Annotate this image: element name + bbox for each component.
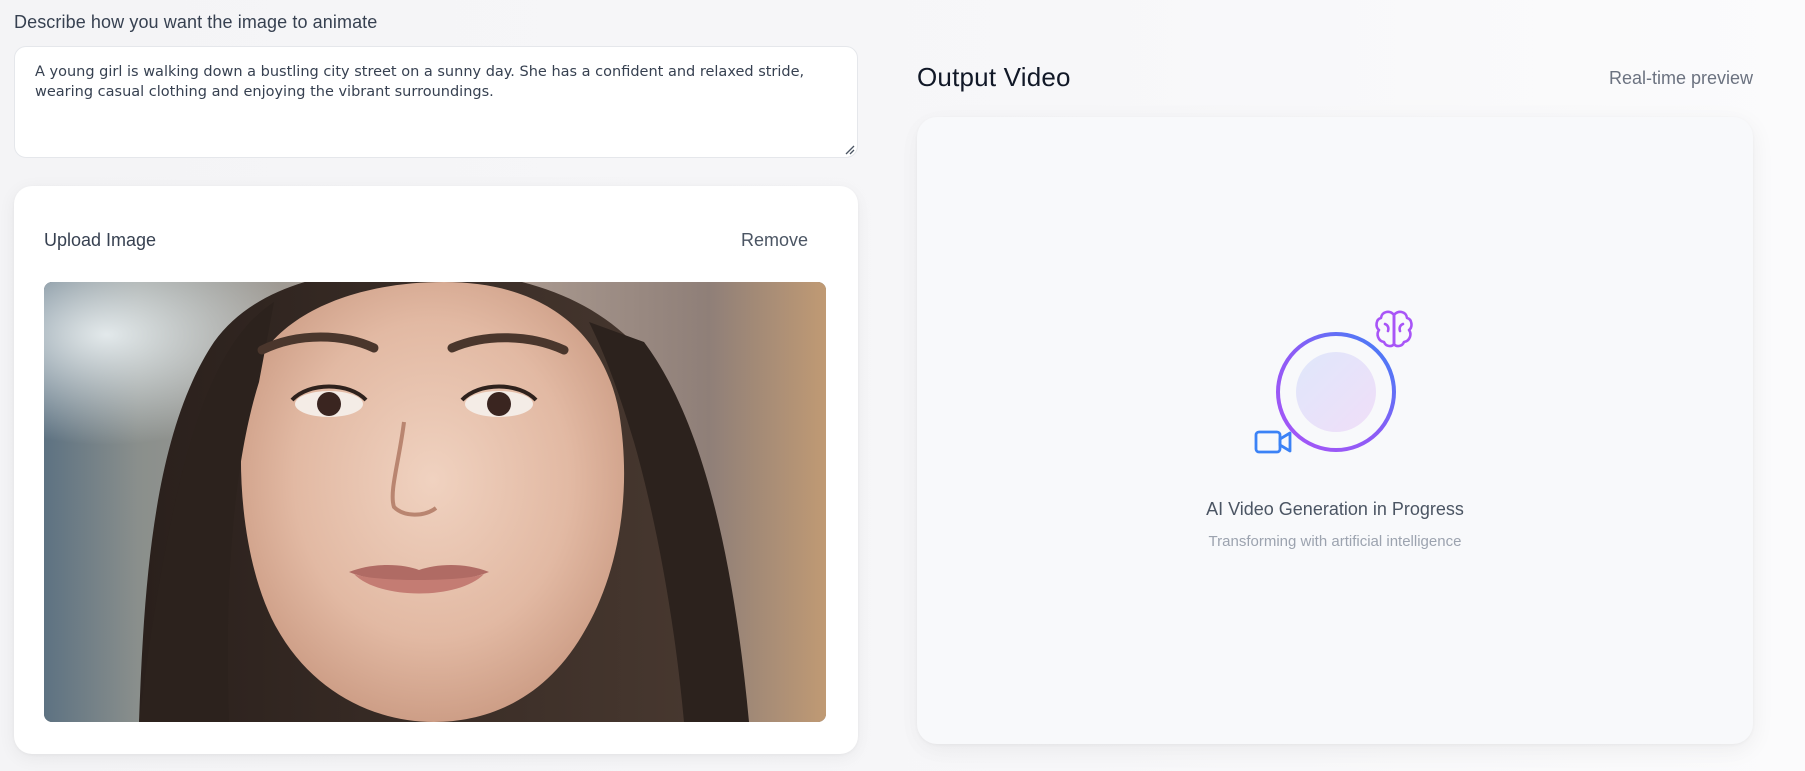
generation-status: AI Video Generation in Progress xyxy=(1206,499,1464,519)
output-video-panel: AI Video Generation in Progress Transfor… xyxy=(917,117,1753,744)
remove-button[interactable]: Remove xyxy=(741,230,808,251)
resize-handle-icon[interactable] xyxy=(843,143,855,155)
upload-card: Upload Image Remove xyxy=(14,186,858,754)
generation-substatus: Transforming with artificial intelligenc… xyxy=(1208,533,1462,550)
uploaded-image xyxy=(44,282,826,722)
generation-graphic xyxy=(1254,310,1413,454)
output-title: Output Video xyxy=(917,62,1071,92)
progress-ring-icon xyxy=(1276,332,1396,452)
brain-icon xyxy=(1375,310,1413,348)
preview-label: Real-time preview xyxy=(1608,68,1753,88)
prompt-textarea[interactable]: A young girl is walking down a bustling … xyxy=(14,46,858,158)
prompt-text: A young girl is walking down a bustling … xyxy=(35,64,805,100)
app-page: Describe how you want the image to anima… xyxy=(0,0,1805,771)
prompt-label: Describe how you want the image to anima… xyxy=(14,12,378,32)
video-camera-icon xyxy=(1254,430,1292,454)
upload-title: Upload Image xyxy=(44,230,157,250)
